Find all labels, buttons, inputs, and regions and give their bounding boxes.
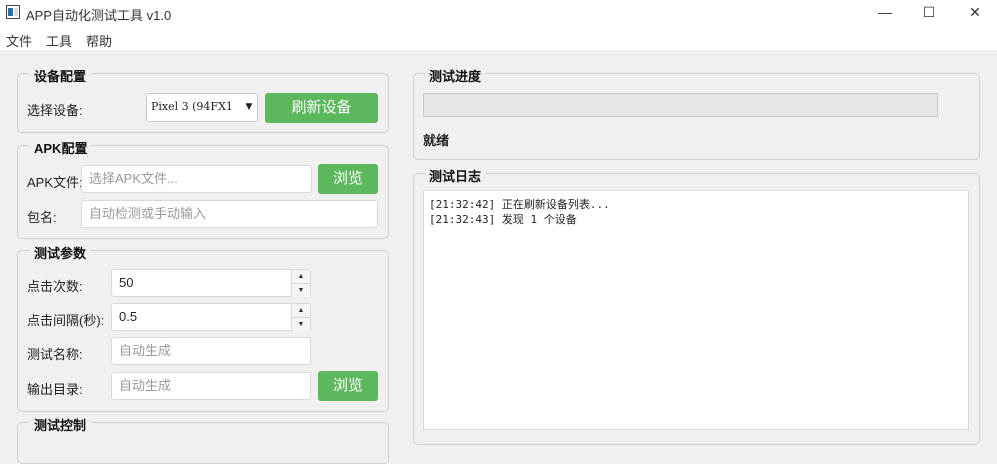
menu-bar [0, 26, 997, 50]
apk-file-input[interactable]: 选择APK文件... [81, 165, 312, 193]
chevron-down-icon[interactable]: ▼ [241, 94, 257, 121]
click-interval-value: 0.5 [119, 309, 138, 324]
test-name-input[interactable]: 自动生成 [111, 337, 311, 365]
click-count-label: 点击次数: [27, 279, 83, 294]
click-interval-label: 点击间隔(秒): [27, 313, 105, 328]
package-name-label: 包名: [27, 210, 57, 225]
spin-down-icon[interactable]: ▼ [291, 317, 310, 331]
log-title: 测试日志 [425, 166, 486, 185]
output-browse-button[interactable]: 浏览 [318, 371, 378, 401]
test-name-label: 测试名称: [27, 347, 83, 362]
close-button[interactable]: ✕ [952, 0, 997, 26]
close-icon: ✕ [969, 4, 981, 20]
output-dir-label: 输出目录: [27, 382, 83, 397]
device-config-title: 设备配置 [30, 66, 91, 85]
device-select-value: Pixel 3 (94FX1 [151, 100, 233, 113]
click-count-spinbox[interactable]: 50 ▲ ▼ [111, 269, 311, 297]
test-params-title: 测试参数 [30, 243, 91, 262]
click-interval-spinbox[interactable]: 0.5 ▲ ▼ [111, 303, 311, 331]
menu-tools[interactable]: 工具 [46, 31, 72, 50]
package-name-input[interactable]: 自动检测或手动输入 [81, 200, 378, 228]
app-window-icon [6, 5, 20, 19]
log-line: [21:32:42] 正在刷新设备列表... [429, 198, 610, 211]
progress-bar [423, 93, 938, 117]
apk-file-label: APK文件: [27, 175, 83, 190]
menu-help[interactable]: 帮助 [86, 31, 112, 50]
spin-up-icon[interactable]: ▲ [291, 270, 310, 283]
maximize-button[interactable]: ☐ [906, 0, 952, 26]
spin-up-icon[interactable]: ▲ [291, 304, 310, 317]
progress-status: 就绪 [423, 133, 450, 148]
log-line: [21:32:43] 发现 1 个设备 [429, 213, 577, 226]
click-count-value: 50 [119, 275, 134, 290]
spin-down-icon[interactable]: ▼ [291, 283, 310, 297]
menu-file[interactable]: 文件 [6, 31, 32, 50]
apk-browse-button[interactable]: 浏览 [318, 164, 378, 194]
apk-config-title: APK配置 [30, 138, 92, 157]
log-text-area[interactable]: [21:32:42] 正在刷新设备列表... [21:32:43] 发现 1 个… [423, 190, 969, 430]
window-title: APP自动化测试工具 v1.0 [26, 8, 172, 23]
device-select[interactable]: Pixel 3 (94FX1 ▼ [146, 93, 258, 122]
output-dir-input[interactable]: 自动生成 [111, 372, 311, 400]
minimize-icon: — [878, 4, 892, 20]
test-control-title: 测试控制 [30, 415, 91, 434]
minimize-button[interactable]: — [862, 0, 908, 26]
device-select-label: 选择设备: [27, 103, 83, 118]
progress-title: 测试进度 [425, 66, 486, 85]
refresh-devices-button[interactable]: 刷新设备 [265, 93, 378, 123]
maximize-icon: ☐ [922, 4, 936, 20]
